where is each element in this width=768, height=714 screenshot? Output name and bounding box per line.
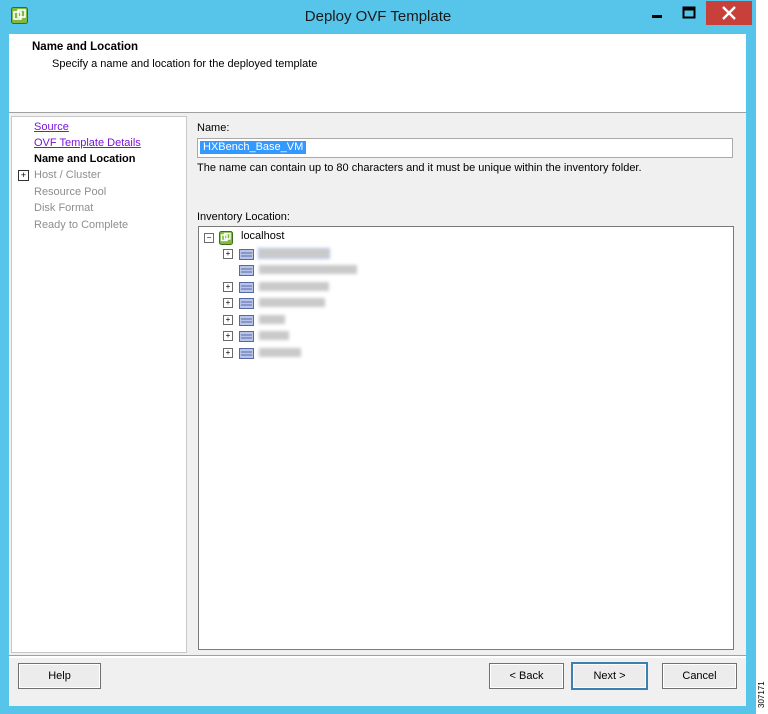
close-button[interactable] — [706, 1, 752, 25]
tree-item-redacted[interactable] — [259, 282, 329, 291]
name-label: Name: — [197, 122, 230, 134]
datacenter-folder-icon — [239, 282, 254, 293]
wizard-steps-panel: Source OVF Template Details Name and Loc… — [11, 116, 187, 653]
next-button[interactable]: Next > — [571, 662, 648, 690]
host-icon — [219, 231, 233, 245]
tree-item-redacted[interactable] — [259, 298, 325, 307]
inventory-tree[interactable]: − localhost + + + + + + — [198, 226, 734, 650]
expand-plus-icon[interactable]: + — [223, 348, 233, 358]
datacenter-folder-icon — [239, 315, 254, 326]
expand-plus-icon[interactable]: + — [223, 249, 233, 259]
datacenter-folder-icon — [239, 298, 254, 309]
minimize-icon — [652, 15, 662, 18]
expand-plus-icon[interactable]: + — [223, 282, 233, 292]
figure-id: 307171 — [757, 681, 766, 708]
tree-item-redacted[interactable] — [259, 348, 301, 357]
datacenter-folder-icon — [239, 265, 254, 276]
datacenter-folder-icon — [239, 348, 254, 359]
main-panel: Name: HXBench_Base_VM The name can conta… — [185, 116, 746, 651]
name-input-value: HXBench_Base_VM — [200, 141, 307, 154]
step-ready-to-complete: Ready to Complete — [34, 219, 129, 231]
minimize-button[interactable] — [641, 1, 673, 25]
page-subtitle: Specify a name and location for the depl… — [52, 58, 318, 70]
name-input[interactable]: HXBench_Base_VM — [197, 138, 733, 158]
tree-item-redacted[interactable] — [259, 265, 357, 274]
deploy-ovf-window: Deploy OVF Template Name and Location Sp… — [0, 0, 756, 714]
step-host-cluster: Host / Cluster — [34, 169, 101, 181]
datacenter-folder-icon — [239, 331, 254, 342]
close-icon — [722, 6, 736, 20]
step-disk-format: Disk Format — [34, 202, 94, 214]
expand-plus-icon[interactable]: + — [223, 298, 233, 308]
expand-plus-icon[interactable]: + — [223, 331, 233, 341]
datacenter-folder-icon — [239, 249, 254, 260]
tree-item-redacted[interactable] — [259, 331, 289, 340]
cancel-button[interactable]: Cancel — [662, 663, 737, 689]
back-button[interactable]: < Back — [489, 663, 564, 689]
tree-item-redacted[interactable] — [259, 315, 285, 324]
dialog-client-area: Name and Location Specify a name and loc… — [9, 34, 746, 706]
expand-plus-icon[interactable]: + — [223, 315, 233, 325]
tree-item-redacted[interactable] — [258, 248, 330, 259]
step-source[interactable]: Source — [34, 121, 69, 133]
maximize-icon — [682, 6, 696, 19]
expand-plus-icon[interactable]: + — [18, 170, 29, 181]
collapse-minus-icon[interactable]: − — [204, 233, 214, 243]
maximize-button[interactable] — [673, 1, 705, 25]
help-button[interactable]: Help — [18, 663, 101, 689]
title-bar[interactable]: Deploy OVF Template — [0, 0, 756, 34]
page-title: Name and Location — [32, 41, 139, 53]
step-ovf-template-details[interactable]: OVF Template Details — [34, 137, 141, 149]
name-hint: The name can contain up to 80 characters… — [197, 162, 642, 174]
footer-separator — [9, 655, 746, 658]
wizard-header: Name and Location Specify a name and loc… — [9, 34, 746, 113]
step-resource-pool: Resource Pool — [34, 186, 107, 198]
step-name-and-location: Name and Location — [34, 153, 136, 165]
tree-root-localhost[interactable]: localhost — [241, 230, 284, 242]
inventory-location-label: Inventory Location: — [197, 211, 290, 223]
